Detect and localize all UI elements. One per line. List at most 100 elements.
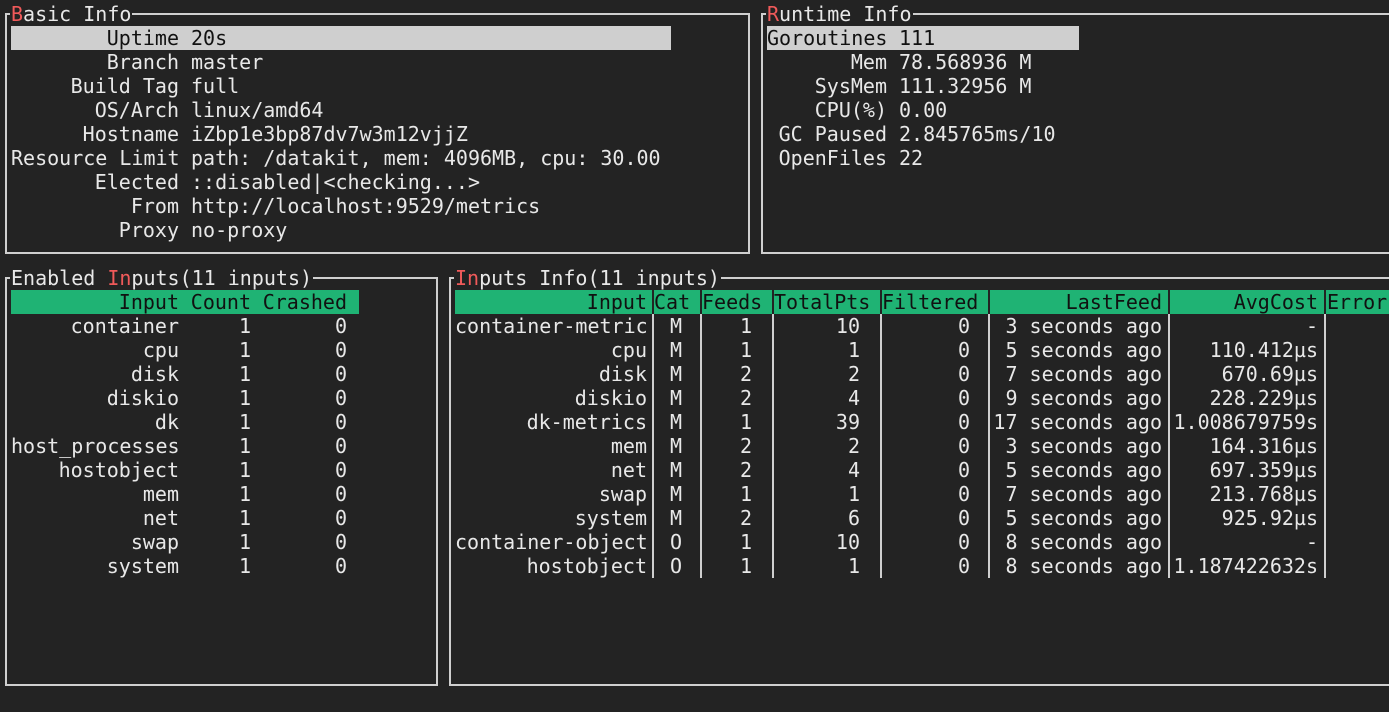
enabled-input-row[interactable]: dk 1 0 (11, 410, 431, 434)
header-cat: Cat (654, 290, 691, 314)
input-lastfeed: 9 seconds ago (1005, 386, 1162, 410)
inputs-info-row[interactable]: net M 2 4 0 5 seconds ago 697.359µs (455, 458, 1389, 482)
enabled-input-row[interactable]: container 1 0 (11, 314, 431, 338)
input-lastfeed: 8 seconds ago (1005, 530, 1162, 554)
header-error: Error (1327, 290, 1388, 314)
enabled-input-row[interactable]: cpu 1 0 (11, 338, 431, 362)
basic-info-row[interactable]: OS/Arch linux/amd64 (11, 98, 731, 122)
basic-info-row[interactable]: Branch master (11, 50, 731, 74)
input-filtered: 0 (957, 458, 970, 482)
input-totalpts: 1 (847, 482, 860, 506)
enabled-input-count: 1 (238, 410, 251, 434)
input-cat: M (669, 458, 683, 482)
input-feeds: 1 (739, 338, 752, 362)
enabled-input-count: 1 (238, 434, 251, 458)
input-avgcost: - (1305, 530, 1318, 554)
enabled-input-count: 1 (238, 338, 251, 362)
input-feeds: 2 (739, 506, 752, 530)
basic-info-value: linux/amd64 (191, 98, 324, 122)
enabled-input-row[interactable]: net 1 0 (11, 506, 431, 530)
input-avgcost: 697.359µs (1209, 458, 1318, 482)
inputs-info-row[interactable]: container-metric M 1 10 0 3 seconds ago - (455, 314, 1389, 338)
enabled-input-row[interactable]: diskio 1 0 (11, 386, 431, 410)
header-count: Count (190, 290, 251, 314)
basic-info-row[interactable]: Hostname iZbp1e3bp87dv7w3m12vjjZ (11, 122, 731, 146)
runtime-info-row[interactable]: CPU(%) 0.00 (767, 98, 1367, 122)
inputs-info-header: Input Cat Feeds TotalPts Filtered LastFe… (455, 290, 1389, 314)
enabled-input-count: 1 (238, 554, 251, 578)
inputs-info-row[interactable]: mem M 2 2 0 3 seconds ago 164.316µs (455, 434, 1389, 458)
inputs-info-row[interactable]: disk M 2 2 0 7 seconds ago 670.69µs (455, 362, 1389, 386)
header-crashed: Crashed (262, 290, 347, 314)
basic-info-row[interactable]: From http://localhost:9529/metrics (11, 194, 731, 218)
enabled-input-count: 1 (238, 482, 251, 506)
input-filtered: 0 (957, 530, 970, 554)
input-filtered: 0 (957, 554, 970, 578)
runtime-info-label: CPU(%) (814, 98, 887, 122)
input-avgcost: - (1305, 314, 1318, 338)
enabled-input-count: 1 (238, 506, 251, 530)
header-avgcost: AvgCost (1233, 290, 1318, 314)
header-totalpts: TotalPts (774, 290, 871, 314)
header-input: Input (586, 290, 647, 314)
enabled-input-row[interactable]: swap 1 0 (11, 530, 431, 554)
runtime-info-value: 2.845765ms/10 (899, 122, 1056, 146)
basic-info-label: OS/Arch (94, 98, 179, 122)
basic-info-value: path: /datakit, mem: 4096MB, cpu: 30.00 (191, 146, 661, 170)
inputs-info-panel: Inputs Info(11 inputs) Input Cat Feeds T… (449, 266, 1389, 686)
inputs-info-row[interactable]: container-object O 1 10 0 8 seconds ago - (455, 530, 1389, 554)
basic-info-row[interactable]: Uptime 20s (11, 26, 671, 50)
enabled-input-row[interactable]: disk 1 0 (11, 362, 431, 386)
input-totalpts: 4 (847, 458, 860, 482)
basic-info-label: Elected (94, 170, 179, 194)
runtime-info-row[interactable]: Mem 78.568936 M (767, 50, 1367, 74)
input-totalpts: 2 (847, 434, 860, 458)
enabled-input-name: container (70, 314, 179, 338)
enabled-input-row[interactable]: host_processes 1 0 (11, 434, 431, 458)
inputs-info-row[interactable]: system M 2 6 0 5 seconds ago 925.92µs (455, 506, 1389, 530)
enabled-input-crashed: 0 (334, 362, 347, 386)
runtime-info-row[interactable]: GC Paused 2.845765ms/10 (767, 122, 1367, 146)
runtime-info-title: Runtime Info (766, 2, 913, 26)
enabled-input-row[interactable]: system 1 0 (11, 554, 431, 578)
enabled-input-row[interactable]: mem 1 0 (11, 482, 431, 506)
basic-info-row[interactable]: Proxy no-proxy (11, 218, 731, 242)
enabled-input-row[interactable]: hostobject 1 0 (11, 458, 431, 482)
enabled-input-count: 1 (238, 530, 251, 554)
basic-info-row[interactable]: Resource Limit path: /datakit, mem: 4096M… (11, 146, 731, 170)
basic-info-label: Hostname (82, 122, 179, 146)
input-totalpts: 6 (847, 506, 860, 530)
input-cat: M (669, 386, 683, 410)
runtime-info-value: 111.32956 M (899, 74, 1032, 98)
input-cat: M (669, 314, 683, 338)
inputs-info-row[interactable]: hostobject O 1 1 0 8 seconds ago 1.187422632s (455, 554, 1389, 578)
inputs-info-row[interactable]: dk-metrics M 1 39 0 17 seconds ago 1.008679759… (455, 410, 1389, 434)
basic-info-value: ::disabled|<checking...> (191, 170, 480, 194)
inputs-info-row[interactable]: swap M 1 1 0 7 seconds ago 213.768µs (455, 482, 1389, 506)
runtime-info-label: OpenFiles (778, 146, 887, 170)
input-lastfeed: 5 seconds ago (1005, 338, 1162, 362)
enabled-input-name: hostobject (58, 458, 179, 482)
input-feeds: 2 (739, 434, 752, 458)
input-lastfeed: 17 seconds ago (993, 410, 1162, 434)
inputs-info-row[interactable]: diskio M 2 4 0 9 seconds ago 228.229µs (455, 386, 1389, 410)
basic-info-value: 20s (191, 26, 228, 50)
input-name: mem (610, 434, 647, 458)
enabled-input-name: dk (154, 410, 179, 434)
input-totalpts: 1 (847, 554, 860, 578)
enabled-input-name: swap (130, 530, 179, 554)
input-feeds: 1 (739, 482, 752, 506)
enabled-input-count: 1 (238, 314, 251, 338)
basic-info-row[interactable]: Elected::disabled|<checking...> (11, 170, 731, 194)
runtime-info-row[interactable]: Goroutines 111 (767, 26, 1079, 50)
input-avgcost: 1.008679759s (1173, 410, 1319, 434)
basic-info-row[interactable]: Build Tag full (11, 74, 731, 98)
input-cat: M (669, 338, 683, 362)
input-cat: O (669, 530, 683, 554)
inputs-info-row[interactable]: cpu M 1 1 0 5 seconds ago 110.412µs (455, 338, 1389, 362)
basic-info-value: master (191, 50, 264, 74)
runtime-info-row[interactable]: SysMem 111.32956 M (767, 74, 1367, 98)
runtime-info-row[interactable]: OpenFiles 22 (767, 146, 1367, 170)
input-feeds: 2 (739, 362, 752, 386)
input-cat: M (669, 506, 683, 530)
